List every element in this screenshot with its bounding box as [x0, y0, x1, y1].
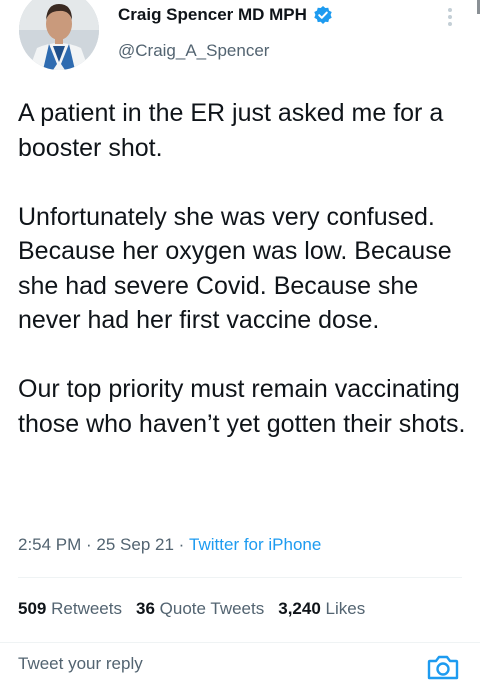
retweets-stat[interactable]: 509 Retweets [18, 599, 122, 618]
tweet-paragraph: Our top priority must remain vaccinating… [18, 375, 466, 438]
quote-tweets-label: Quote Tweets [159, 599, 265, 618]
verified-badge-icon [313, 5, 333, 25]
likes-count: 3,240 [278, 599, 321, 618]
author-handle[interactable]: @Craig_A_Spencer [118, 41, 269, 61]
avatar[interactable] [19, 0, 99, 70]
quote-tweets-count: 36 [135, 599, 155, 618]
divider [0, 642, 480, 643]
divider [18, 577, 462, 578]
tweet-time[interactable]: 2:54 PM [18, 535, 81, 555]
likes-label: Likes [325, 599, 366, 618]
author-row[interactable]: Craig Spencer MD MPH [118, 5, 333, 25]
likes-stat[interactable]: 3,240 Likes [278, 599, 365, 618]
tweet-meta: 2:54 PM · 25 Sep 21 · Twitter for iPhone [18, 535, 321, 555]
author-name[interactable]: Craig Spencer MD MPH [118, 5, 307, 25]
retweets-label: Retweets [51, 599, 122, 618]
retweets-count: 509 [18, 599, 47, 618]
tweet-text: A patient in the ER just asked me for a … [18, 96, 468, 441]
more-vertical-icon[interactable] [440, 4, 460, 30]
meta-separator: · [173, 535, 190, 554]
camera-icon[interactable] [426, 652, 460, 680]
avatar-photo [19, 0, 99, 70]
reply-input[interactable]: Tweet your reply [18, 654, 143, 674]
tweet-paragraph: A patient in the ER just asked me for a … [18, 99, 444, 162]
tweet-source-link[interactable]: Twitter for iPhone [189, 535, 321, 555]
tweet-paragraph: Unfortunately she was very confused. Bec… [18, 202, 452, 335]
meta-separator: · [81, 535, 97, 554]
tweet-stats: 509 Retweets 36 Quote Tweets 3,240 Likes [18, 599, 365, 619]
quote-tweets-stat[interactable]: 36 Quote Tweets [136, 599, 264, 618]
tweet-date[interactable]: 25 Sep 21 [96, 535, 174, 555]
